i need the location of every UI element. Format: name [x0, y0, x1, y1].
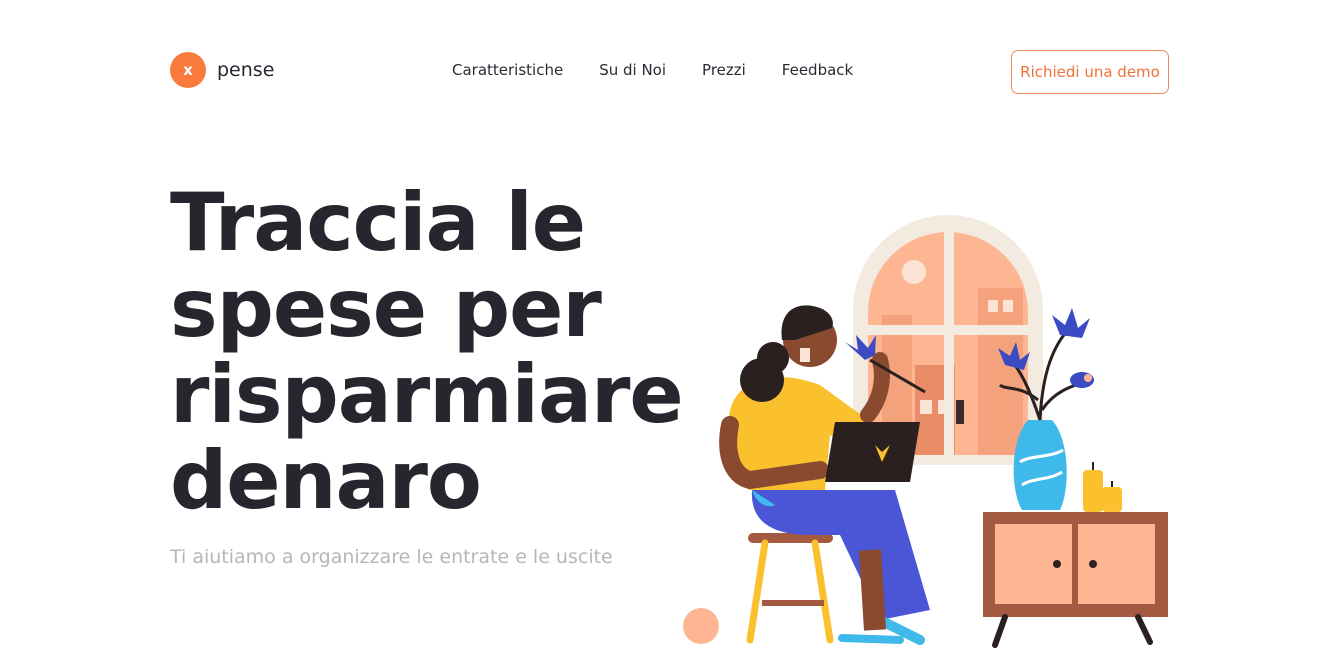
brand-name: pense [217, 59, 275, 81]
hero-title-line: Traccia le [170, 176, 586, 269]
hero-illustration [670, 200, 1190, 670]
nav-link-caratteristiche[interactable]: Caratteristiche [452, 61, 563, 79]
hero-title: Traccia le spese per risparmiare denaro [170, 180, 690, 524]
hero-title-line: spese per [170, 262, 602, 355]
site-header: x pense Caratteristiche Su di Noi Prezzi… [0, 0, 1340, 140]
hero-title-line: risparmiare [170, 348, 684, 441]
main-nav: Caratteristiche Su di Noi Prezzi Feedbac… [452, 61, 853, 79]
nav-link-feedback[interactable]: Feedback [782, 61, 853, 79]
hero-subtitle: Ti aiutiamo a organizzare le entrate e l… [170, 546, 613, 568]
woman-with-laptop-illustration [683, 215, 1168, 648]
nav-link-prezzi[interactable]: Prezzi [702, 61, 746, 79]
logo-badge: x [170, 52, 206, 88]
hero-title-line: denaro [170, 434, 482, 527]
request-demo-button[interactable]: Richiedi una demo [1011, 50, 1169, 94]
brand-logo[interactable]: x pense [170, 52, 274, 88]
nav-link-su-di-noi[interactable]: Su di Noi [599, 61, 666, 79]
